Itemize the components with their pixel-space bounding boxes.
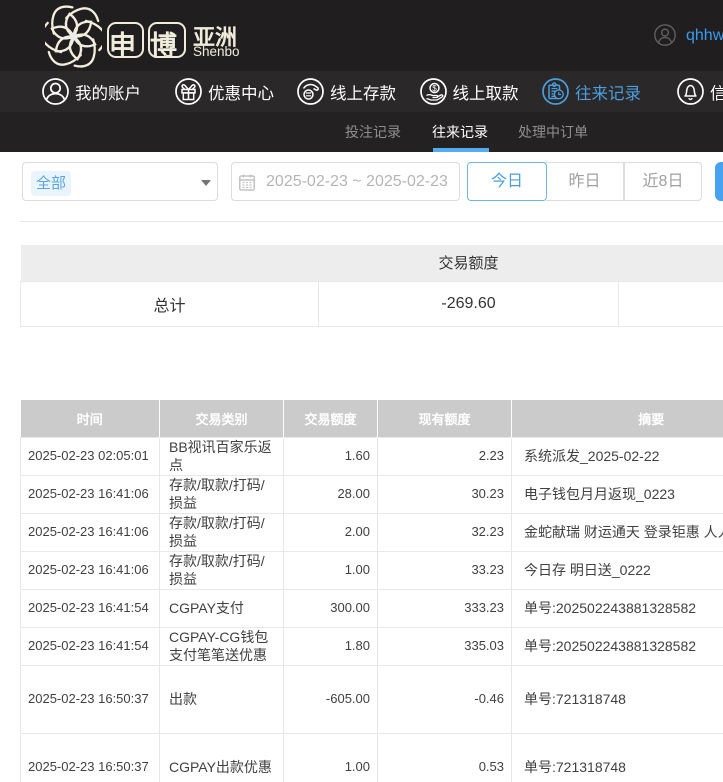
svg-text:$: $ (432, 84, 437, 93)
